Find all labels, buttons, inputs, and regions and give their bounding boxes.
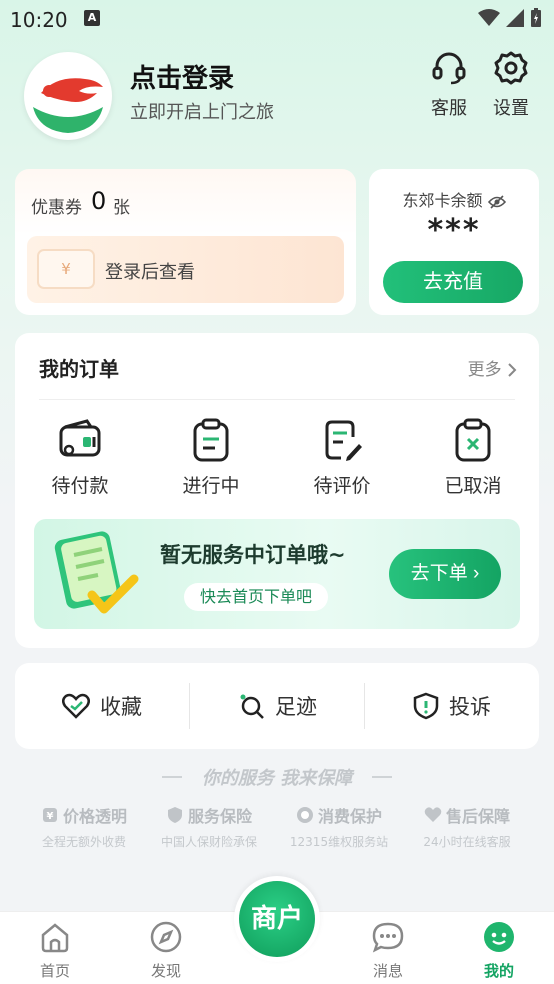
aftersale-icon	[424, 807, 442, 822]
guarantee-line-right	[372, 776, 392, 778]
signal-icon	[506, 9, 524, 27]
tab-discover-label: 发现	[150, 962, 181, 980]
merchant-button[interactable]: 商户	[234, 876, 320, 962]
balance-label: 东郊卡余额	[402, 191, 483, 210]
home-icon	[41, 923, 69, 953]
order-pending-payment[interactable]: 待付款	[30, 415, 130, 498]
compass-icon	[150, 921, 182, 953]
orders-divider	[39, 399, 515, 400]
status-icons	[478, 8, 542, 28]
cancel-icon	[455, 418, 491, 462]
orders-more-link[interactable]: 更多	[468, 355, 517, 380]
tab-home-label: 首页	[39, 962, 70, 980]
protect-icon	[296, 807, 313, 823]
brand-logo-icon	[28, 56, 108, 136]
empty-orders-subtitle: 快去首页下单吧	[184, 583, 329, 611]
clipboard-icon	[193, 418, 229, 462]
customer-service-label: 客服	[431, 98, 467, 119]
headset-icon	[432, 52, 466, 85]
profile-icon	[484, 922, 514, 952]
quick-actions-card: 收藏 足迹 投诉	[15, 663, 539, 749]
order-cancelled[interactable]: 已取消	[423, 415, 523, 498]
order-pending-payment-label: 待付款	[51, 475, 109, 497]
tab-profile[interactable]: 我的	[459, 920, 539, 981]
guarantee-aftersale-sub: 24小时在线客服	[423, 835, 511, 849]
settings-label: 设置	[493, 98, 529, 119]
guarantee-insurance-title: 服务保险	[187, 807, 252, 826]
favorites-button[interactable]: 收藏	[15, 663, 189, 749]
shield-alert-icon	[413, 692, 439, 720]
coupon-login-strip[interactable]: ¥ 登录后查看	[27, 236, 344, 303]
guarantee-price-title: 价格透明	[62, 807, 127, 826]
complaint-button[interactable]: 投诉	[365, 663, 539, 749]
guarantee-aftersale: 售后保障 24小时在线客服	[398, 803, 536, 850]
order-cancelled-label: 已取消	[444, 475, 502, 497]
empty-orders-banner: 暂无服务中订单哦~ 快去首页下单吧 去下单 ›	[34, 519, 520, 629]
guarantee-price: ¥ 价格透明 全程无额外收费	[15, 803, 153, 850]
avatar[interactable]	[24, 52, 112, 140]
message-icon	[372, 922, 404, 953]
coupon-count: 0	[91, 187, 107, 215]
guarantee-price-sub: 全程无额外收费	[41, 835, 126, 849]
merchant-label: 商户	[239, 881, 315, 957]
chevron-right-icon	[508, 363, 517, 377]
settings-button[interactable]: 设置	[486, 50, 536, 120]
price-icon: ¥	[42, 808, 57, 822]
notification-icon: A	[84, 10, 100, 26]
review-icon	[325, 420, 362, 461]
order-pending-review[interactable]: 待评价	[292, 415, 392, 498]
tab-messages-label: 消息	[372, 962, 403, 980]
coupon-view-text: 登录后查看	[105, 262, 195, 283]
ticket-icon: ¥	[37, 249, 95, 289]
tab-home[interactable]: 首页	[15, 920, 95, 981]
complaint-label: 投诉	[449, 695, 491, 719]
eye-hidden-icon[interactable]	[487, 194, 506, 209]
guarantee-insurance-sub: 中国人保财险承保	[160, 835, 257, 849]
status-time: 10:20	[10, 8, 68, 32]
guarantee-aftersale-title: 售后保障	[445, 807, 510, 826]
wallet-icon	[59, 419, 101, 457]
order-pending-review-label: 待评价	[313, 475, 371, 497]
svg-text:¥: ¥	[47, 811, 54, 822]
login-subtitle: 立即开启上门之旅	[130, 102, 274, 123]
balance-value: ***	[427, 213, 481, 248]
footprint-icon	[240, 694, 264, 719]
empty-orders-title: 暂无服务中订单哦~	[160, 543, 346, 567]
login-title[interactable]: 点击登录	[130, 58, 234, 95]
tab-messages[interactable]: 消息	[348, 920, 428, 981]
orders-more-label: 更多	[467, 360, 502, 380]
guarantee-title: 你的服务 我来保障	[201, 768, 353, 789]
recharge-button[interactable]: 去充值	[383, 261, 523, 303]
guarantee-protect-sub: 12315维权服务站	[289, 835, 389, 849]
footprint-button[interactable]: 足迹	[190, 663, 364, 749]
tab-discover[interactable]: 发现	[126, 920, 206, 981]
orders-card: 我的订单 更多 待付款 进行中 待评价 已取消 暂无服务中订单哦~ 快去首页下单…	[15, 333, 539, 648]
customer-service-button[interactable]: 客服	[424, 50, 474, 120]
wifi-icon	[478, 9, 500, 26]
guarantee-protect: 消费保护 12315维权服务站	[270, 803, 408, 850]
order-in-progress[interactable]: 进行中	[161, 415, 261, 498]
balance-label-row: 东郊卡余额	[369, 187, 539, 211]
gear-icon	[494, 51, 528, 85]
insurance-icon	[167, 807, 182, 823]
status-bar: 10:20 A	[0, 0, 554, 38]
guarantee-insurance: 服务保险 中国人保财险承保	[140, 803, 278, 850]
order-now-button[interactable]: 去下单 ›	[389, 549, 501, 599]
balance-card: 东郊卡余额 *** 去充值	[369, 169, 539, 315]
footprint-label: 足迹	[275, 695, 317, 719]
favorites-label: 收藏	[100, 695, 142, 719]
coupon-unit: 张	[113, 198, 130, 218]
coupon-label: 优惠券	[31, 198, 82, 218]
tab-profile-label: 我的	[483, 962, 514, 980]
battery-icon	[531, 8, 541, 27]
checklist-illustration-icon	[54, 531, 139, 614]
order-in-progress-label: 进行中	[182, 475, 240, 497]
coupon-card[interactable]: 优惠券 0 张 ¥ 登录后查看	[15, 169, 356, 315]
orders-title: 我的订单	[39, 357, 119, 381]
heart-icon	[62, 693, 90, 719]
guarantee-protect-title: 消费保护	[317, 807, 382, 826]
